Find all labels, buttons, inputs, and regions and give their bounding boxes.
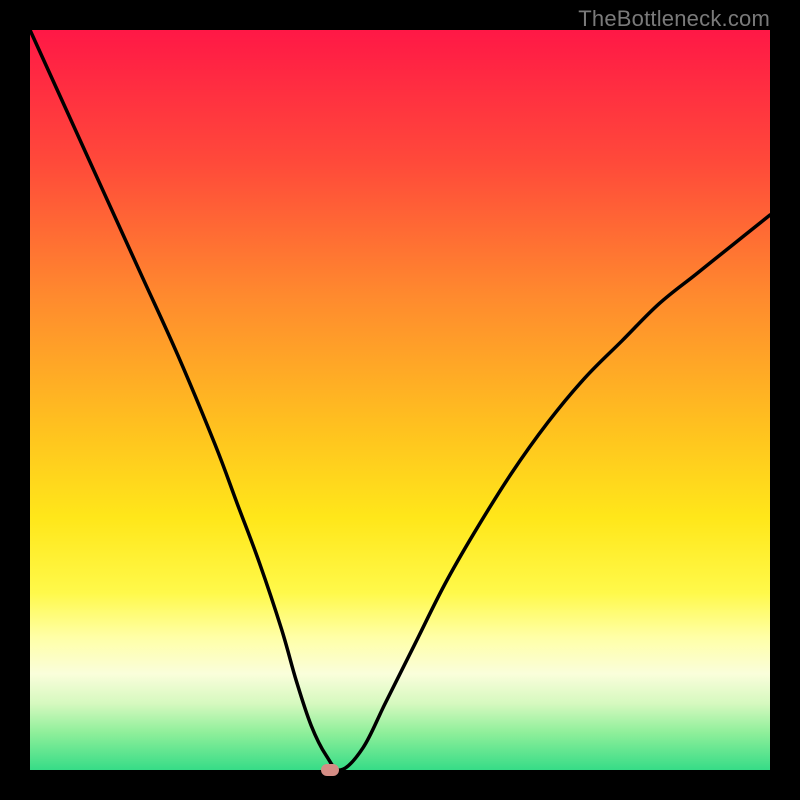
plot-area bbox=[30, 30, 770, 770]
chart-frame: TheBottleneck.com bbox=[0, 0, 800, 800]
bottleneck-curve bbox=[30, 30, 770, 770]
watermark-text: TheBottleneck.com bbox=[578, 6, 770, 32]
curve-path bbox=[30, 30, 770, 770]
optimal-point-marker bbox=[321, 764, 339, 776]
